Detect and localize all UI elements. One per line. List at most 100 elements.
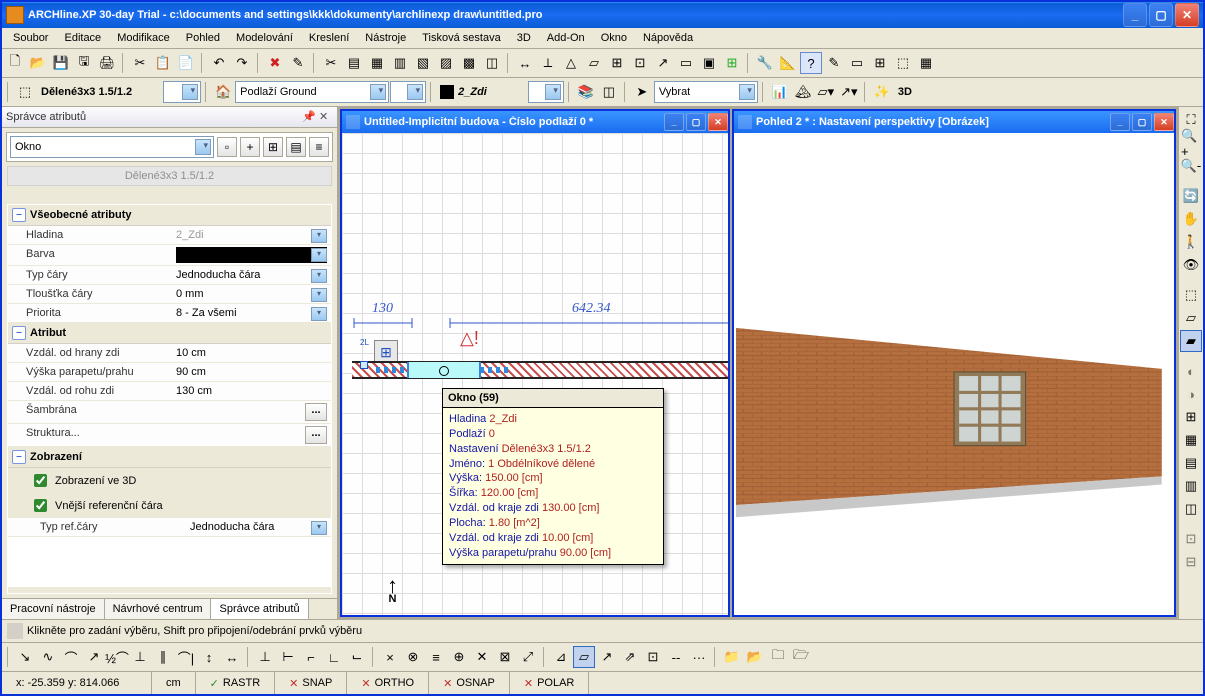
vt-zoomin-icon[interactable]: 🔍+	[1180, 132, 1202, 154]
vt-2[interactable]: ◑	[1180, 383, 1202, 405]
align-right-icon[interactable]: ▥	[389, 52, 411, 74]
prop-btn1[interactable]: ▫	[217, 137, 237, 157]
save-all-icon[interactable]: 🖫	[73, 52, 95, 74]
bt30[interactable]: 📁	[721, 646, 743, 668]
new-icon[interactable]: 🗋	[4, 52, 26, 74]
mdi-max[interactable]: ▢	[686, 113, 706, 131]
status-toggle[interactable]: ✕ OSNAP	[429, 672, 510, 694]
open-icon[interactable]: 📂	[27, 52, 49, 74]
align-left-icon[interactable]: ▤	[343, 52, 365, 74]
property-value[interactable]: Jednoducha čára	[172, 266, 331, 284]
view1-icon[interactable]: 📊	[769, 81, 791, 103]
property-value[interactable]: 90 cm	[172, 363, 331, 381]
vt-6[interactable]: ▥	[1180, 475, 1202, 497]
vt-7[interactable]: ◫	[1180, 498, 1202, 520]
bt16[interactable]: ×	[379, 646, 401, 668]
bt10[interactable]: ↔	[221, 646, 243, 668]
property-value[interactable]: 2_Zdi	[172, 226, 331, 244]
vt-hidden-icon[interactable]: ▱	[1180, 307, 1202, 329]
bt13[interactable]: ⌐	[300, 646, 322, 668]
status-unit[interactable]: cm	[152, 672, 196, 694]
3d-button[interactable]: 3D	[894, 86, 916, 98]
bt22[interactable]: ⤢	[517, 646, 539, 668]
menu-item[interactable]: Modelování	[229, 30, 300, 46]
vt-view-icon[interactable]: 👁	[1180, 254, 1202, 276]
vt-3[interactable]: ⊞	[1180, 406, 1202, 428]
reftype-value[interactable]: Jednoducha čára	[186, 518, 331, 536]
window-element[interactable]	[407, 362, 481, 378]
bt20[interactable]: ✕	[471, 646, 493, 668]
bt31[interactable]: 📂	[744, 646, 766, 668]
blocks-icon[interactable]: ▩	[458, 52, 480, 74]
tool4-icon[interactable]: ▭	[846, 52, 868, 74]
property-value[interactable]: ...	[172, 424, 331, 446]
layer-dropdown[interactable]	[528, 81, 564, 103]
paste-icon[interactable]: 📄	[175, 52, 197, 74]
prop-btn5[interactable]: ≡	[309, 137, 329, 157]
vt-walk-icon[interactable]: 🚶	[1180, 231, 1202, 253]
mdi-max[interactable]: ▢	[1132, 113, 1152, 131]
menu-item[interactable]: Modifikace	[110, 30, 177, 46]
vt-orbit-icon[interactable]: 🔄	[1180, 185, 1202, 207]
filter-icon[interactable]: ◫	[598, 81, 620, 103]
tool1-icon[interactable]: 🔧	[754, 52, 776, 74]
bt29[interactable]: ···	[688, 646, 710, 668]
bt27[interactable]: ⊡	[642, 646, 664, 668]
bt3[interactable]: ⌒	[60, 646, 82, 668]
mdi-min[interactable]: _	[664, 113, 684, 131]
print-icon[interactable]: 🖨	[96, 52, 118, 74]
mdi-min[interactable]: _	[1110, 113, 1130, 131]
delete-icon[interactable]: ✖	[264, 52, 286, 74]
floor-dropdown-btn[interactable]	[390, 81, 426, 103]
property-value[interactable]: ...	[172, 401, 331, 423]
tool5-icon[interactable]: ⊞	[869, 52, 891, 74]
menu-item[interactable]: 3D	[510, 30, 538, 46]
bt15[interactable]: ⌙	[346, 646, 368, 668]
status-toggle[interactable]: ✕ POLAR	[510, 672, 590, 694]
group-general[interactable]: –Všeobecné atributy	[8, 205, 331, 226]
bt21[interactable]: ⊠	[494, 646, 516, 668]
region-icon[interactable]: ▭	[675, 52, 697, 74]
vt-wire-icon[interactable]: ⬚	[1180, 284, 1202, 306]
property-value[interactable]: 130 cm	[172, 382, 331, 400]
mode-dropdown[interactable]: Vybrat	[654, 81, 758, 103]
panel-tab[interactable]: Návrhové centrum	[105, 599, 212, 619]
menu-item[interactable]: Okno	[594, 30, 634, 46]
bt23[interactable]: ⊿	[550, 646, 572, 668]
property-value[interactable]: 0 mm	[172, 285, 331, 303]
vt-4[interactable]: ▦	[1180, 429, 1202, 451]
array-icon[interactable]: ▨	[435, 52, 457, 74]
menu-item[interactable]: Nástroje	[358, 30, 413, 46]
bt24[interactable]: ▱	[573, 646, 595, 668]
bt8[interactable]: ⌒|	[175, 646, 197, 668]
vt-9[interactable]: ⊟	[1180, 551, 1202, 573]
vt-shade-icon[interactable]: ▰	[1180, 330, 1202, 352]
cursor-icon[interactable]: ➤	[631, 81, 653, 103]
bt14[interactable]: ∟	[323, 646, 345, 668]
grid2-icon[interactable]: ⊡	[629, 52, 651, 74]
maximize-button[interactable]: ▢	[1149, 3, 1173, 27]
checkbox-3d[interactable]: Zobrazení ve 3D	[8, 468, 331, 493]
group2-icon[interactable]: ⊞	[721, 52, 743, 74]
checkbox-refline[interactable]: Vnější referenční čára	[8, 493, 331, 518]
type-dropdown[interactable]: Okno	[10, 136, 214, 158]
tool6-icon[interactable]: ⬚	[892, 52, 914, 74]
panel-tab[interactable]: Správce atributů	[211, 599, 308, 619]
prop-btn2[interactable]: +	[240, 137, 260, 157]
property-value[interactable]: 8 - Za všemi	[172, 304, 331, 322]
bt18[interactable]: ≡	[425, 646, 447, 668]
bt19[interactable]: ⊕	[448, 646, 470, 668]
cut2-icon[interactable]: ✂	[320, 52, 342, 74]
group1-icon[interactable]: ▣	[698, 52, 720, 74]
help-icon[interactable]: ?	[800, 52, 822, 74]
menu-item[interactable]: Soubor	[6, 30, 55, 46]
vt-8[interactable]: ⊡	[1180, 528, 1202, 550]
status-toggle[interactable]: ✕ ORTHO	[347, 672, 429, 694]
view4-icon[interactable]: ↗▾	[838, 81, 860, 103]
view2-icon[interactable]: 🏔	[792, 81, 814, 103]
close-button[interactable]: ✕	[1175, 3, 1199, 27]
menu-item[interactable]: Editace	[57, 30, 108, 46]
bt6[interactable]: ⊥	[129, 646, 151, 668]
vt-pan-icon[interactable]: ✋	[1180, 208, 1202, 230]
bt32[interactable]: 🗀	[767, 646, 789, 668]
